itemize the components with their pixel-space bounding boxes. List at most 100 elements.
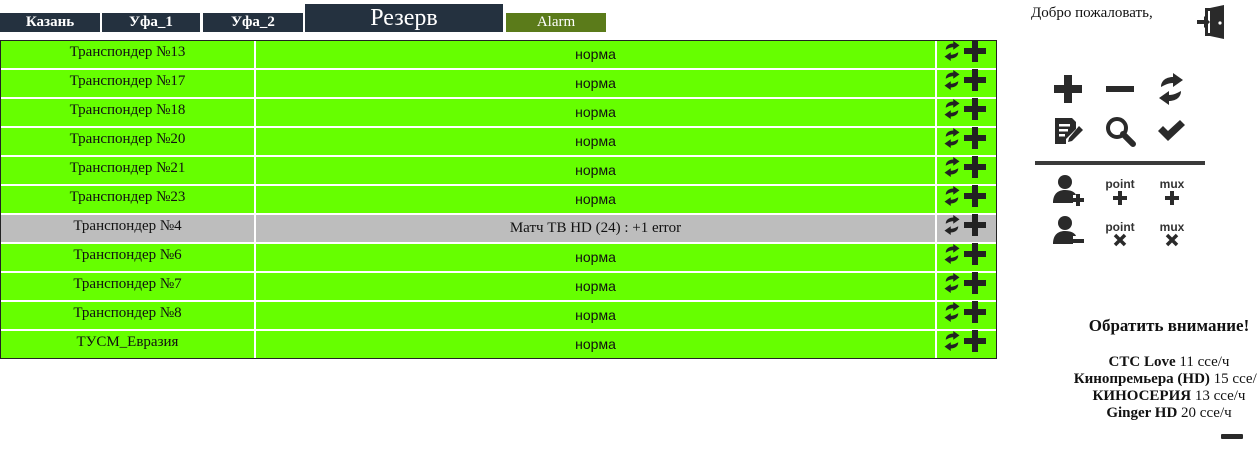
refresh-icon[interactable] bbox=[942, 301, 962, 330]
transponder-name[interactable]: Транспондер №21 bbox=[1, 157, 256, 184]
transponder-name[interactable]: Транспондер №23 bbox=[1, 186, 256, 213]
user-remove-icon[interactable] bbox=[1049, 214, 1087, 248]
alert-list: СТС Love 11 ссе/ч Кинопремьера (HD) 15 сс… bbox=[1010, 354, 1257, 422]
transponder-status: норма bbox=[256, 99, 937, 126]
transponder-status: норма bbox=[256, 70, 937, 97]
transponder-name[interactable]: Транспондер №20 bbox=[1, 128, 256, 155]
tab-ufa-2[interactable]: Уфа_2 bbox=[203, 13, 303, 32]
transponder-status: норма bbox=[256, 128, 937, 155]
minimize-icon[interactable] bbox=[1221, 434, 1243, 439]
transponder-status: норма bbox=[256, 41, 937, 68]
transponder-status: норма bbox=[256, 273, 937, 300]
alert-item: КИНОСЕРИЯ 13 ссе/ч bbox=[1010, 388, 1257, 405]
transponder-name[interactable]: Транспондер №18 bbox=[1, 99, 256, 126]
tab-reserve[interactable]: Резерв bbox=[305, 4, 503, 32]
refresh-icon[interactable] bbox=[942, 40, 962, 69]
point-label: point bbox=[1105, 220, 1135, 234]
table-row: Транспондер №20 норма bbox=[1, 126, 996, 158]
x-icon bbox=[1165, 233, 1179, 247]
refresh-icon[interactable] bbox=[1152, 72, 1190, 106]
refresh-icon[interactable] bbox=[942, 98, 962, 127]
plus-icon[interactable] bbox=[963, 213, 987, 245]
transponder-name[interactable]: Транспондер №4 bbox=[1, 215, 256, 242]
tab-kazan[interactable]: Казань bbox=[0, 13, 100, 32]
refresh-icon[interactable] bbox=[942, 69, 962, 98]
plus-icon[interactable] bbox=[963, 300, 987, 332]
mux-label: mux bbox=[1159, 220, 1185, 234]
refresh-icon[interactable] bbox=[942, 185, 962, 214]
transponder-status: норма bbox=[256, 186, 937, 213]
plus-icon[interactable] bbox=[1049, 72, 1087, 106]
tab-ufa-1[interactable]: Уфа_1 bbox=[102, 13, 200, 32]
refresh-icon[interactable] bbox=[942, 214, 962, 243]
row-actions bbox=[937, 68, 996, 100]
refresh-icon[interactable] bbox=[942, 330, 962, 359]
alert-channel: КИНОСЕРИЯ bbox=[1092, 388, 1192, 404]
mux-label: mux bbox=[1159, 177, 1185, 191]
row-actions bbox=[937, 97, 996, 129]
table-row: Транспондер №18 норма bbox=[1, 97, 996, 129]
table-row: Транспондер №23 норма bbox=[1, 184, 996, 216]
plus-icon bbox=[1165, 191, 1179, 205]
check-icon[interactable] bbox=[1152, 114, 1190, 148]
refresh-icon[interactable] bbox=[942, 243, 962, 272]
transponder-name[interactable]: Транспондер №7 bbox=[1, 273, 256, 300]
point-add-button[interactable]: point bbox=[1098, 178, 1142, 208]
table-row: ТУСМ_Евразия норма bbox=[1, 329, 996, 361]
refresh-icon[interactable] bbox=[942, 127, 962, 156]
row-actions bbox=[937, 271, 996, 303]
row-actions bbox=[937, 155, 996, 187]
refresh-icon[interactable] bbox=[942, 156, 962, 185]
alert-value: 20 ссе/ч bbox=[1181, 405, 1232, 421]
x-icon bbox=[1113, 233, 1127, 247]
alert-channel: Кинопремьера (HD) bbox=[1073, 371, 1210, 387]
alert-item: Ginger HD 20 ссе/ч bbox=[1010, 405, 1257, 422]
transponder-name[interactable]: ТУСМ_Евразия bbox=[1, 331, 256, 358]
edit-icon[interactable] bbox=[1049, 114, 1087, 148]
row-actions bbox=[937, 184, 996, 216]
mux-add-button[interactable]: mux bbox=[1150, 178, 1194, 208]
toolbar-divider bbox=[1035, 161, 1205, 165]
transponder-status: норма bbox=[256, 244, 937, 271]
table-row: Транспондер №21 норма bbox=[1, 155, 996, 187]
row-actions bbox=[937, 329, 996, 361]
plus-icon[interactable] bbox=[963, 271, 987, 303]
minus-icon[interactable] bbox=[1101, 72, 1139, 106]
row-actions bbox=[937, 213, 996, 245]
table-row: Транспондер №13 норма bbox=[1, 39, 996, 71]
plus-icon[interactable] bbox=[963, 329, 987, 361]
plus-icon[interactable] bbox=[963, 68, 987, 100]
point-remove-button[interactable]: point bbox=[1098, 221, 1142, 249]
plus-icon[interactable] bbox=[963, 97, 987, 129]
transponder-status: норма bbox=[256, 157, 937, 184]
alert-item: Кинопремьера (HD) 15 ссе/ч bbox=[1010, 371, 1257, 388]
tab-alarm[interactable]: Alarm bbox=[506, 13, 606, 32]
transponder-name[interactable]: Транспондер №13 bbox=[1, 41, 256, 68]
plus-icon[interactable] bbox=[963, 39, 987, 71]
alert-item: СТС Love 11 ссе/ч bbox=[1010, 354, 1257, 371]
alert-value: 15 ссе/ч bbox=[1213, 371, 1257, 387]
logout-icon[interactable] bbox=[1196, 4, 1230, 40]
plus-icon[interactable] bbox=[963, 242, 987, 274]
alert-value: 13 ссе/ч bbox=[1194, 388, 1246, 404]
refresh-icon[interactable] bbox=[942, 272, 962, 301]
search-icon[interactable] bbox=[1101, 114, 1139, 148]
welcome-text: Добро пожаловать, bbox=[1031, 5, 1153, 21]
mux-remove-button[interactable]: mux bbox=[1150, 221, 1194, 249]
transponder-name[interactable]: Транспондер №8 bbox=[1, 302, 256, 329]
transponder-status: норма bbox=[256, 331, 937, 358]
transponder-status: норма bbox=[256, 302, 937, 329]
user-add-icon[interactable] bbox=[1049, 173, 1087, 207]
plus-icon[interactable] bbox=[963, 184, 987, 216]
transponder-name[interactable]: Транспондер №6 bbox=[1, 244, 256, 271]
transponder-name[interactable]: Транспондер №17 bbox=[1, 70, 256, 97]
row-actions bbox=[937, 126, 996, 158]
table-row: Транспондер №6 норма bbox=[1, 242, 996, 274]
plus-icon[interactable] bbox=[963, 126, 987, 158]
table-row: Транспондер №7 норма bbox=[1, 271, 996, 303]
plus-icon[interactable] bbox=[963, 155, 987, 187]
transponder-table: Транспондер №13 норма Транспондер №17 норма… bbox=[0, 39, 997, 361]
alert-channel: СТС Love bbox=[1108, 354, 1176, 370]
table-row: Транспондер №8 норма bbox=[1, 300, 996, 332]
table-row: Транспондер №17 норма bbox=[1, 68, 996, 100]
